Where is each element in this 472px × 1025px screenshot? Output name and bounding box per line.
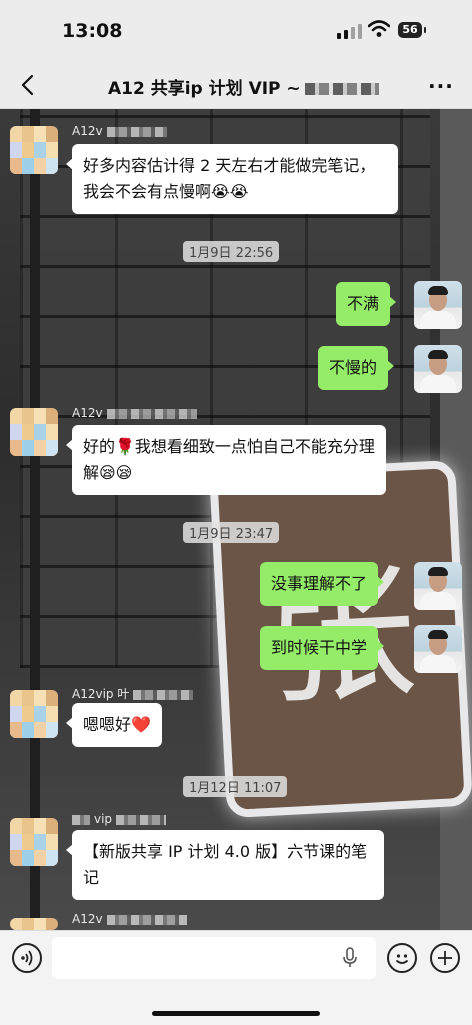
message-bubble[interactable]: 到时候干中学 xyxy=(260,626,385,670)
more-dots-icon[interactable]: ··· xyxy=(428,74,454,98)
sender-name: A12v xyxy=(72,124,167,138)
avatar[interactable] xyxy=(10,126,58,174)
sender-name: A12v xyxy=(72,406,197,420)
voice-mode-button[interactable] xyxy=(12,943,42,973)
wifi-icon xyxy=(368,20,390,37)
message-bubble[interactable]: 好的🌹我想看细致一点怕自己不能充分理解😪😪 xyxy=(66,425,386,495)
chevron-left-icon[interactable] xyxy=(14,70,44,100)
sender-name: A12v xyxy=(72,912,187,926)
cellular-signal-icon xyxy=(337,24,362,39)
message-bubble[interactable]: 没事理解不了 xyxy=(260,562,385,606)
status-bar: 13:08 56 xyxy=(0,0,472,64)
home-indicator xyxy=(152,1011,320,1016)
emoji-button[interactable] xyxy=(387,943,417,973)
message-bubble[interactable]: 【新版共享 IP 计划 4.0 版】六节课的笔记 xyxy=(66,830,384,900)
chat-title-text: A12 共享ip 计划 VIP ~ xyxy=(108,79,301,99)
message-input[interactable] xyxy=(52,937,376,979)
avatar[interactable] xyxy=(414,345,462,393)
timestamp: 1月12日 11:07 xyxy=(183,776,288,797)
chat-header: A12 共享ip 计划 VIP ~ ··· xyxy=(0,64,472,109)
avatar[interactable] xyxy=(414,625,462,673)
avatar[interactable] xyxy=(414,562,462,610)
message-bubble[interactable]: 好多内容估计得 2 天左右才能做完笔记，我会不会有点慢啊😭😭 xyxy=(66,144,398,214)
message-bubble[interactable]: 不满 xyxy=(336,282,397,326)
smiley-icon xyxy=(396,954,408,964)
chat-background-photo: 张 xyxy=(0,108,472,930)
timestamp: 1月9日 23:47 xyxy=(183,522,280,543)
plus-icon xyxy=(438,951,452,965)
avatar[interactable] xyxy=(10,408,58,456)
voice-wave-icon xyxy=(21,950,33,966)
message-bubble[interactable]: 不慢的 xyxy=(318,346,395,390)
battery-icon: 56 xyxy=(398,22,426,38)
sender-name: A12vip 叶 xyxy=(72,685,194,702)
avatar[interactable] xyxy=(10,918,58,930)
sender-name: vip xyxy=(72,812,167,826)
message-bubble[interactable]: 嗯嗯好❤️ xyxy=(66,703,162,747)
avatar[interactable] xyxy=(10,818,58,866)
timestamp: 1月9日 22:56 xyxy=(183,241,280,262)
more-actions-button[interactable] xyxy=(430,943,460,973)
background-pole xyxy=(30,108,40,930)
redacted-name xyxy=(304,83,379,95)
microphone-icon[interactable] xyxy=(342,947,358,969)
avatar[interactable] xyxy=(414,281,462,329)
sign-character: 张 xyxy=(260,510,421,735)
chat-title: A12 共享ip 计划 VIP ~ xyxy=(108,74,379,99)
avatar[interactable] xyxy=(10,690,58,738)
status-time: 13:08 xyxy=(62,20,123,42)
